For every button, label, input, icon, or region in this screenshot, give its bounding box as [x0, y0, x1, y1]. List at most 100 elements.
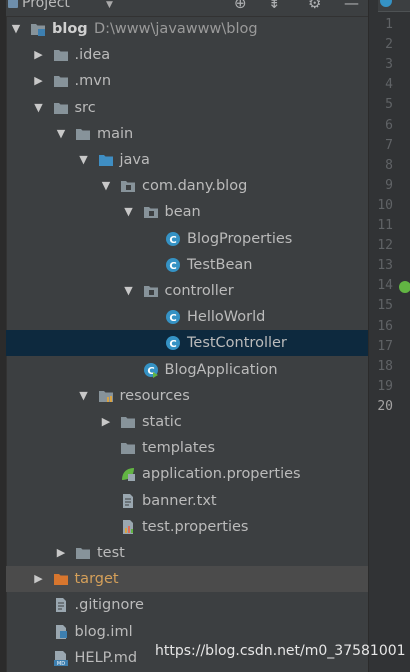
expanded-arrow-icon[interactable]: ▼: [55, 121, 67, 147]
expanded-arrow-icon[interactable]: ▼: [123, 199, 135, 225]
line-number: 14: [377, 278, 393, 294]
tree-item-label: TestBean: [187, 256, 253, 273]
tree-item-application-properties[interactable]: application.properties: [6, 461, 368, 487]
tree-item-src[interactable]: ▼ src: [6, 95, 368, 121]
expanded-arrow-icon[interactable]: ▼: [78, 383, 90, 409]
tree-item-label: target: [74, 571, 119, 588]
class-icon: C: [165, 231, 181, 247]
resources-folder-icon: [98, 388, 114, 404]
tree-item-com-dany-blog[interactable]: ▼ com.dany.blog: [6, 173, 368, 199]
tree-item-static[interactable]: ▶ static: [6, 409, 368, 435]
collapse-all-icon[interactable]: ⇟: [268, 0, 281, 12]
markdown-file-icon: MD: [53, 650, 69, 667]
line-number: 1: [385, 17, 393, 32]
tree-item-label: BlogProperties: [187, 230, 293, 247]
tree-item-blogapplication[interactable]: C BlogApplication: [6, 357, 368, 383]
tree-item-label: test: [97, 545, 125, 561]
line-number: 5: [385, 97, 393, 113]
tree-item-label: blog.iml: [74, 623, 133, 640]
svg-text:C: C: [169, 313, 176, 324]
line-number: 2: [385, 37, 393, 53]
project-tree[interactable]: ▼ blog D:\www\javawww\blog ▶ .idea ▶ .mvn ▼ src ▼…: [6, 16, 368, 672]
class-icon: [380, 0, 392, 7]
tree-item-target[interactable]: ▶ target: [6, 566, 368, 593]
tree-item-main[interactable]: ▼ main: [6, 121, 368, 147]
line-number: 3: [385, 57, 393, 73]
expanded-arrow-icon[interactable]: ▼: [78, 147, 90, 173]
package-icon: [120, 178, 136, 194]
module-path: D:\www\javawww\blog: [94, 21, 258, 37]
tree-item-testcontroller[interactable]: C TestController: [6, 330, 368, 357]
collapsed-arrow-icon[interactable]: ▶: [33, 566, 45, 592]
collapsed-arrow-icon[interactable]: ▶: [100, 409, 112, 435]
tree-item-label: TestController: [187, 335, 287, 352]
collapsed-arrow-icon[interactable]: ▶: [33, 42, 45, 68]
tree-item-banner-txt[interactable]: banner.txt: [6, 488, 368, 514]
module-folder-icon: [30, 21, 46, 37]
tree-item-blog-iml[interactable]: blog.iml: [6, 619, 368, 645]
tree-item-label: templates: [142, 440, 216, 457]
spring-bean-gutter-icon[interactable]: [399, 281, 410, 293]
line-number: 20: [377, 398, 393, 414]
folder-icon: [120, 440, 136, 456]
tree-item-java[interactable]: ▼ java: [6, 147, 368, 173]
line-number: 9: [385, 177, 393, 193]
expanded-arrow-icon[interactable]: ▼: [123, 278, 135, 304]
editor-tab[interactable]: [378, 0, 410, 12]
editor-gutter: 1 2 3 4 5 6 7 8 9 10 11 12 13 14 15 16 17 18 19 20: [368, 0, 410, 672]
tree-item-idea[interactable]: ▶ .idea: [6, 42, 368, 68]
line-number: 10: [377, 197, 393, 213]
watermark: https://blog.csdn.net/m0_37581001: [155, 643, 406, 659]
text-file-icon: [120, 493, 136, 509]
package-icon: [143, 204, 159, 220]
tree-item-label: test.properties: [142, 518, 249, 535]
tree-item-label: blog: [52, 21, 88, 37]
line-number: 16: [377, 318, 393, 334]
tree-item-label: BlogApplication: [164, 361, 278, 378]
tree-item-label: HELP.md: [74, 649, 138, 666]
tree-item-label: controller: [164, 283, 234, 299]
folder-icon: [120, 414, 136, 430]
expanded-arrow-icon[interactable]: ▼: [10, 16, 22, 42]
tree-item-controller[interactable]: ▼ controller: [6, 278, 368, 304]
line-number: 13: [377, 258, 393, 274]
line-number: 6: [385, 117, 393, 133]
project-toolbar: Project ▼ ⊕ ⇟ ⚙ —: [6, 0, 368, 17]
class-icon: C: [165, 309, 181, 325]
expanded-arrow-icon[interactable]: ▼: [100, 173, 112, 199]
tree-item-bean[interactable]: ▼ bean: [6, 199, 368, 225]
collapsed-arrow-icon[interactable]: ▶: [33, 68, 45, 94]
tree-item-label: HelloWorld: [187, 309, 266, 326]
expanded-arrow-icon[interactable]: ▼: [33, 95, 45, 121]
tree-item-blog[interactable]: ▼ blog D:\www\javawww\blog: [6, 16, 368, 42]
folder-icon: [53, 100, 69, 116]
line-number: 8: [385, 157, 393, 173]
svg-text:C: C: [169, 339, 176, 350]
locate-icon[interactable]: ⊕: [234, 0, 247, 12]
tree-item-label: bean: [164, 204, 201, 221]
tree-item-label: main: [97, 125, 134, 142]
hide-icon[interactable]: —: [344, 0, 359, 12]
tree-item-resources[interactable]: ▼ resources: [6, 383, 368, 409]
tree-item-blogproperties[interactable]: C BlogProperties: [6, 226, 368, 252]
tree-item-templates[interactable]: templates: [6, 435, 368, 461]
properties-file-icon: [120, 519, 136, 535]
tree-item-helloworld[interactable]: C HelloWorld: [6, 304, 368, 330]
gear-icon[interactable]: ⚙: [308, 0, 321, 12]
tool-window-title[interactable]: Project: [22, 0, 70, 11]
collapsed-arrow-icon[interactable]: ▶: [55, 540, 67, 566]
spring-properties-icon: [120, 466, 136, 482]
tree-item-gitignore[interactable]: .gitignore: [6, 592, 368, 618]
class-icon: C: [165, 335, 181, 351]
tree-item-test-properties[interactable]: test.properties: [6, 514, 368, 540]
chevron-down-icon[interactable]: ▼: [106, 0, 113, 10]
tree-item-test[interactable]: ▶ test: [6, 540, 368, 566]
tree-item-testbean[interactable]: C TestBean: [6, 252, 368, 278]
folder-icon: [75, 126, 91, 142]
iml-file-icon: [53, 624, 69, 640]
tree-item-mvn[interactable]: ▶ .mvn: [6, 68, 368, 94]
tree-item-label: .idea: [74, 47, 111, 64]
text-file-icon: [53, 597, 69, 613]
line-number: 4: [385, 77, 393, 93]
tree-item-label: java: [119, 152, 150, 168]
